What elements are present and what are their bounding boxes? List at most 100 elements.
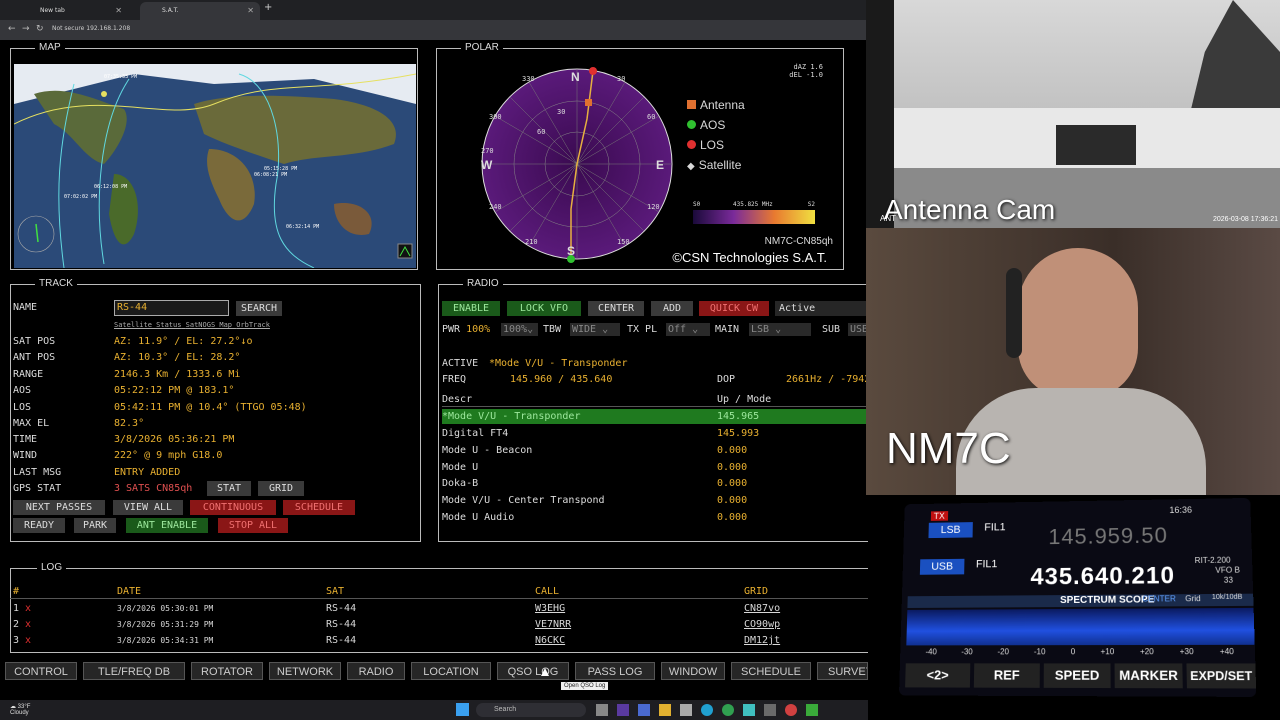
sub-select[interactable]: USB: [848, 323, 868, 336]
range-value: 2146.3 Km / 1333.6 Mi: [114, 369, 241, 380]
log-title: LOG: [37, 562, 67, 573]
polar-panel: POLAR N S E W 30 60 120 150 210 240 270 …: [436, 42, 844, 270]
active-label: ACTIVE: [442, 358, 479, 369]
tab-rotator[interactable]: ROTATOR: [191, 662, 263, 680]
app-icon[interactable]: [596, 704, 608, 716]
edge-icon[interactable]: [701, 704, 713, 716]
schedule-button[interactable]: SCHEDULE: [283, 500, 355, 515]
tab-radio[interactable]: RADIO: [347, 662, 405, 680]
sub-frequency: 435.640.210: [1030, 562, 1176, 591]
close-tab-icon[interactable]: ✕: [115, 2, 122, 20]
tbw-select[interactable]: WIDE ⌄: [570, 323, 620, 336]
aos-value: 05:22:12 PM @ 183.1°: [114, 385, 235, 396]
url-field[interactable]: Not secure 192.168.1.208: [52, 25, 130, 32]
tab-qso-log[interactable]: QSO LOG: [497, 662, 569, 680]
ref-softkey[interactable]: REF: [973, 663, 1040, 688]
rit-value: RIT-2.200: [1194, 555, 1231, 566]
forward-icon[interactable]: →: [22, 24, 30, 34]
folder-icon[interactable]: [659, 704, 671, 716]
app-icon[interactable]: [743, 704, 755, 716]
marker-softkey[interactable]: MARKER: [1114, 663, 1183, 689]
dot-icon: [687, 120, 696, 129]
map-time-label: 07:02:02 PM: [64, 194, 97, 200]
close-tab-icon[interactable]: ✕: [247, 2, 254, 20]
freq-label: FREQ: [442, 374, 467, 385]
mouse-cursor-icon: [541, 668, 549, 676]
page-softkey[interactable]: <2>: [905, 663, 971, 688]
link-satnogs-map[interactable]: SatNOGS Map: [186, 321, 232, 329]
tab-location[interactable]: LOCATION: [411, 662, 491, 680]
tab-pass-log[interactable]: PASS LOG: [575, 662, 655, 680]
world-map[interactable]: 07:35:33 PM 06:12:08 PM 07:02:02 PM 05:1…: [14, 64, 416, 268]
mode-row[interactable]: Doka-B 0.000: [442, 476, 868, 491]
mode-row[interactable]: *Mode V/U - Transponder 145.965: [442, 409, 868, 424]
tab-control[interactable]: CONTROL: [5, 662, 77, 680]
main-select[interactable]: LSB ⌄: [749, 323, 811, 336]
mode-row[interactable]: Mode U Audio 0.000: [442, 510, 868, 525]
tab-survey[interactable]: SURVEY: [817, 662, 868, 680]
delete-icon[interactable]: x: [25, 617, 31, 632]
quick-cw-button[interactable]: QUICK CW: [699, 301, 769, 316]
app-icon[interactable]: [785, 704, 797, 716]
link-satellite-status[interactable]: Satellite Status: [114, 321, 181, 329]
app-icon[interactable]: [638, 704, 650, 716]
grid-button[interactable]: GRID: [258, 481, 304, 496]
link-orbtrack[interactable]: OrbTrack: [236, 321, 270, 329]
tbw-label: TBW: [543, 324, 562, 335]
svg-text:330: 330: [522, 75, 535, 83]
mode-row[interactable]: Mode U 0.000: [442, 460, 868, 475]
delete-icon[interactable]: x: [25, 633, 31, 648]
txpl-select[interactable]: Off ⌄: [666, 323, 710, 336]
chevron-down-icon: ⌄: [527, 324, 534, 335]
log-row[interactable]: 1x 3/8/2026 05:30:01 PM RS-44 W3EHG CN87…: [10, 601, 868, 616]
polar-plot[interactable]: N S E W 30 60 120 150 210 240 270 300 33…: [467, 59, 687, 269]
tab-network[interactable]: NETWORK: [269, 662, 341, 680]
ant-enable-button[interactable]: ANT ENABLE: [126, 518, 208, 533]
start-icon[interactable]: [456, 703, 469, 716]
enable-button[interactable]: ENABLE: [442, 301, 500, 316]
operator-cam-feed: NM7C: [866, 228, 1280, 495]
reload-icon[interactable]: ↻: [36, 24, 44, 34]
continuous-button[interactable]: CONTINUOUS: [190, 500, 276, 515]
weather-widget[interactable]: ☁ 33°F Cloudy: [10, 703, 30, 716]
chrome-icon[interactable]: [722, 704, 734, 716]
legend-satellite: ◆ Satellite: [687, 158, 742, 172]
add-button[interactable]: ADD: [651, 301, 693, 316]
center-button[interactable]: CENTER: [588, 301, 644, 316]
main-mode: LSB: [928, 522, 973, 539]
main-frequency: 145.959.50: [1048, 522, 1169, 550]
mode-row[interactable]: Mode U - Beacon 0.000: [442, 443, 868, 458]
app-icon[interactable]: [806, 704, 818, 716]
tab-tle-freq-db[interactable]: TLE/FREQ DB: [83, 662, 185, 680]
ready-button[interactable]: READY: [13, 518, 65, 533]
log-row[interactable]: 2x 3/8/2026 05:31:29 PM RS-44 VE7NRR CO9…: [10, 617, 868, 632]
pwr-select[interactable]: 100%⌄: [501, 323, 538, 336]
tab-window[interactable]: WINDOW: [661, 662, 725, 680]
mode-row[interactable]: Mode V/U - Center Transpond 0.000: [442, 493, 868, 508]
next-passes-button[interactable]: NEXT PASSES: [13, 500, 105, 515]
tab-new[interactable]: New tab ✕: [18, 2, 128, 20]
back-icon[interactable]: ←: [8, 24, 16, 34]
search-button[interactable]: SEARCH: [236, 301, 282, 316]
taskbar-search[interactable]: Search: [476, 703, 586, 717]
speed-softkey[interactable]: SPEED: [1043, 663, 1111, 689]
expd-set-softkey[interactable]: EXPD/SET: [1186, 663, 1257, 689]
app-icon[interactable]: [764, 704, 776, 716]
tab-sat[interactable]: S.A.T. ✕: [140, 2, 260, 20]
satellite-name-input[interactable]: RS-44: [114, 300, 229, 316]
app-icon[interactable]: [680, 704, 692, 716]
max-el-value: 82.3°: [114, 418, 145, 429]
new-tab-icon[interactable]: +: [264, 2, 272, 13]
park-button[interactable]: PARK: [74, 518, 116, 533]
tab-schedule[interactable]: SCHEDULE: [731, 662, 811, 680]
delete-icon[interactable]: x: [25, 601, 31, 616]
legend-antenna: Antenna: [687, 95, 745, 115]
view-all-button[interactable]: VIEW ALL: [113, 500, 183, 515]
app-icon[interactable]: [617, 704, 629, 716]
log-row[interactable]: 3x 3/8/2026 05:34:31 PM RS-44 N6CKC DM12…: [10, 633, 868, 648]
lock-vfo-button[interactable]: LOCK VFO: [507, 301, 581, 316]
stat-button[interactable]: STAT: [207, 481, 251, 496]
rig-screen: TX LSB FIL1 145.959.50 16:36 USB FIL1 43…: [899, 497, 1257, 697]
stop-all-button[interactable]: STOP ALL: [218, 518, 288, 533]
mode-row[interactable]: Digital FT4 145.993: [442, 426, 868, 441]
